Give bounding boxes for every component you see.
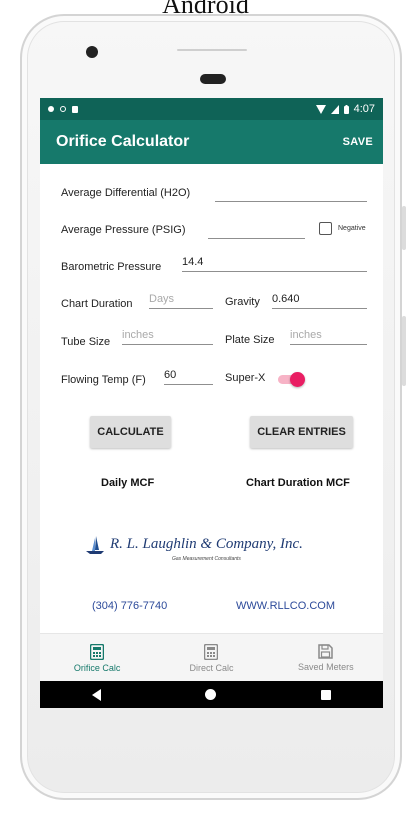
avg-differential-input[interactable]	[215, 185, 367, 202]
chart-duration-label: Chart Duration	[61, 298, 133, 310]
super-x-switch-knob[interactable]	[290, 372, 305, 387]
nav-saved-meters-label: Saved Meters	[298, 662, 354, 672]
negative-checkbox[interactable]	[319, 222, 332, 235]
system-navigation-bar	[40, 681, 383, 708]
calculator-icon	[90, 643, 105, 660]
avg-differential-label: Average Differential (H2O)	[61, 187, 191, 199]
recents-icon[interactable]	[320, 689, 331, 700]
avg-pressure-label: Average Pressure (PSIG)	[61, 224, 186, 236]
nav-orifice-calc-label: Orifice Calc	[73, 662, 121, 673]
wifi-icon	[315, 104, 326, 114]
barometric-label: Barometric Pressure	[61, 261, 162, 273]
super-x-label: Super-X	[225, 372, 266, 384]
company-name: R. L. Laughlin & Company, Inc.	[110, 536, 303, 552]
nav-direct-calc-label: Direct Calc	[189, 662, 234, 673]
status-time: 4:07	[353, 103, 375, 115]
gravity-input[interactable]: 0.640	[272, 292, 367, 309]
company-subtitle: Gas Measurement Consultants	[172, 556, 241, 562]
app-bar: Orifice Calculator SAVE	[40, 120, 383, 164]
speaker-grille	[200, 74, 226, 84]
flowing-temp-label: Flowing Temp (F)	[61, 374, 146, 386]
tube-size-input[interactable]: inches	[122, 328, 213, 345]
plate-size-label: Plate Size	[225, 334, 275, 346]
plate-size-input[interactable]: inches	[290, 328, 367, 345]
nav-direct-calc[interactable]: Direct Calc	[154, 634, 268, 682]
flowing-temp-input[interactable]: 60	[164, 368, 213, 385]
calculator-icon	[204, 643, 219, 660]
chart-duration-mcf-label: Chart Duration MCF	[246, 477, 350, 489]
phone-link[interactable]: (304) 776-7740	[92, 600, 167, 612]
tube-size-label: Tube Size	[61, 336, 111, 348]
clear-entries-button[interactable]: CLEAR ENTRIES	[250, 416, 353, 448]
avg-pressure-input[interactable]	[208, 222, 305, 239]
chart-duration-input[interactable]: Days	[149, 292, 213, 309]
status-bar: 4:07	[40, 98, 383, 120]
volume-button	[402, 206, 406, 250]
nav-saved-meters[interactable]: Saved Meters	[269, 634, 383, 682]
phone-frame: 4:07 Orifice Calculator SAVE Average Dif…	[20, 14, 406, 800]
barometric-input[interactable]: 14.4	[182, 255, 367, 272]
daily-mcf-label: Daily MCF	[101, 477, 155, 489]
back-icon[interactable]	[92, 688, 102, 701]
battery-icon	[343, 104, 349, 114]
save-icon	[318, 644, 334, 659]
app-title: Orifice Calculator	[56, 133, 190, 150]
sync-icon	[60, 106, 66, 112]
save-button[interactable]: SAVE	[343, 136, 373, 148]
screen: 4:07 Orifice Calculator SAVE Average Dif…	[40, 98, 383, 708]
company-logo-icon	[86, 536, 104, 554]
front-camera	[86, 46, 98, 58]
power-button	[402, 316, 406, 386]
sd-card-icon	[72, 105, 78, 113]
home-icon[interactable]	[205, 689, 217, 700]
negative-checkbox-label: Negative	[338, 225, 366, 232]
gravity-label: Gravity	[225, 296, 260, 308]
signal-icon	[330, 104, 339, 114]
earpiece-line	[177, 49, 247, 51]
calculate-button[interactable]: CALCULATE	[90, 416, 171, 448]
nav-orifice-calc[interactable]: Orifice Calc	[40, 634, 154, 682]
bottom-navigation: Orifice Calc Direct Calc Saved Meters	[40, 633, 383, 682]
notification-icon	[48, 106, 54, 112]
website-link[interactable]: WWW.RLLCO.COM	[236, 600, 335, 612]
